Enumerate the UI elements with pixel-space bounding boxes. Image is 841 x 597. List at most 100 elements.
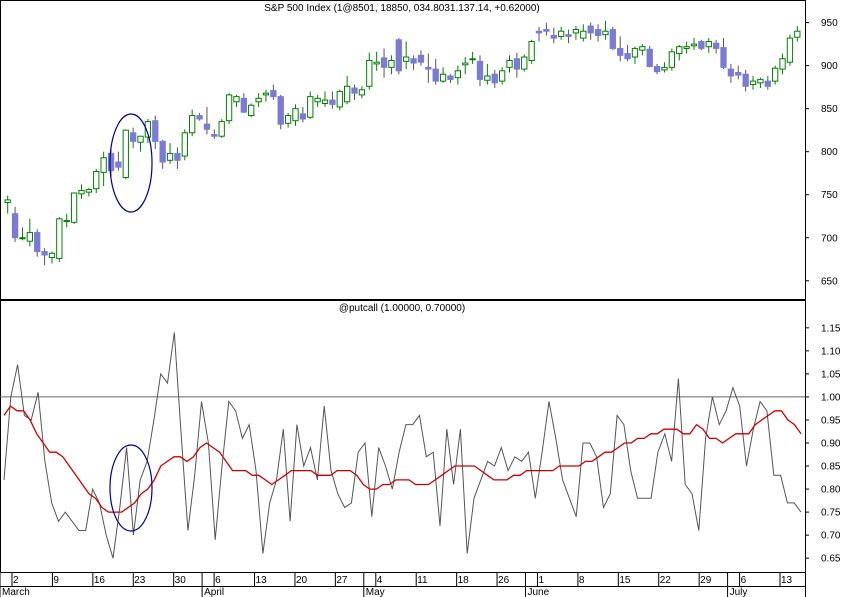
price-y-tick-label: 950: [821, 18, 838, 29]
putcall-y-axis: 0.65 0.70 0.75 0.80 0.85 0.90 0.95 1.00 1.05 1.10…: [805, 323, 841, 565]
putcall-y-tick-label: 0.90: [821, 439, 841, 450]
putcall-ratio-line: [3, 332, 802, 559]
candle-body: [646, 48, 653, 67]
candle-body: [639, 46, 646, 51]
candle-body: [617, 47, 624, 56]
candle-body: [491, 73, 498, 84]
x-day-label: 9: [53, 575, 59, 586]
candle-body: [668, 51, 676, 68]
candle-body: [255, 97, 262, 103]
candle-body: [85, 189, 93, 193]
x-month-label: March: [2, 587, 30, 597]
price-panel-title: S&P 500 Index (1@8501, 18850, 034.8031.1…: [264, 3, 539, 14]
candle-body: [218, 121, 225, 137]
candle-body: [93, 170, 100, 190]
candle-body: [528, 41, 535, 61]
putcall-y-tick-label: 1.00: [821, 392, 841, 403]
candle-body: [705, 41, 712, 48]
candle-body: [587, 25, 594, 34]
candle-body: [41, 251, 48, 256]
candle-body: [329, 99, 336, 105]
candle-body: [181, 132, 188, 157]
candle-body: [698, 41, 705, 49]
x-month-label: May: [366, 587, 385, 597]
candle-body: [70, 192, 78, 223]
putcall-y-tick-label: 1.05: [821, 369, 841, 380]
annotation-circle-putcall: [109, 444, 153, 532]
candle-body: [498, 70, 506, 82]
candle-body: [115, 161, 122, 168]
candle-body: [690, 43, 698, 47]
candle-body: [34, 232, 41, 253]
candle-body: [794, 30, 801, 38]
candle-body: [358, 89, 366, 96]
candle-body: [211, 133, 218, 137]
candle-body: [189, 115, 196, 134]
putcall-y-tick-label: 0.65: [821, 554, 841, 565]
price-y-tick-label: 900: [821, 61, 838, 72]
x-month-label: July: [730, 587, 748, 597]
candle-body: [26, 232, 33, 242]
candle-body: [543, 28, 550, 32]
putcall-y-tick-label: 1.15: [821, 323, 841, 334]
candle-body: [122, 129, 129, 179]
x-day-label: 2: [13, 575, 19, 586]
candle-body: [203, 123, 211, 130]
candle-body: [550, 35, 557, 39]
x-day-label: 26: [498, 575, 510, 586]
x-day-label: 15: [619, 575, 631, 586]
candle-body: [757, 78, 764, 84]
putcall-y-tick-label: 0.85: [821, 462, 841, 473]
candle-body: [380, 57, 388, 68]
candle-body: [240, 97, 247, 113]
candle-body: [233, 96, 240, 103]
candle-body: [558, 30, 565, 37]
candle-body: [764, 80, 771, 87]
candle-body: [321, 99, 329, 105]
candle-body: [683, 46, 690, 49]
x-day-label: 27: [336, 575, 348, 586]
candle-body: [417, 54, 425, 63]
candle-body: [631, 47, 639, 58]
candle-body: [11, 213, 19, 239]
chart-canvas: S&P 500 Index (1@8501, 18850, 034.8031.1…: [0, 0, 841, 597]
candle-body: [4, 199, 11, 203]
putcall-y-tick-label: 0.80: [821, 485, 841, 496]
candle-body: [159, 140, 166, 163]
candle-body: [580, 30, 587, 39]
candlestick-series: [4, 20, 801, 266]
candle-body: [56, 218, 63, 259]
price-y-tick-label: 850: [821, 104, 838, 115]
candle-body: [366, 59, 373, 87]
candle-body: [307, 96, 314, 118]
price-y-tick-label: 650: [821, 276, 838, 287]
putcall-series: [3, 332, 802, 559]
candle-body: [48, 252, 56, 259]
candle-body: [462, 62, 469, 66]
x-day-label: 16: [94, 575, 106, 586]
candle-body: [439, 73, 447, 82]
candle-body: [484, 75, 491, 81]
candle-body: [262, 92, 270, 96]
candle-body: [594, 28, 602, 37]
candle-body: [742, 73, 749, 87]
candle-body: [410, 58, 417, 64]
putcall-y-tick-label: 0.70: [821, 531, 841, 542]
candle-body: [727, 68, 735, 77]
candle-body: [572, 28, 580, 34]
x-day-label: 23: [134, 575, 146, 586]
x-day-label: 22: [660, 575, 672, 586]
candle-body: [152, 120, 159, 142]
candle-body: [395, 39, 402, 72]
price-y-axis: 650 700 750 800 850 900 950: [805, 18, 838, 287]
candle-body: [225, 94, 233, 122]
candle-body: [270, 90, 277, 98]
price-y-tick-label: 750: [821, 190, 838, 201]
candle-body: [735, 72, 742, 76]
candle-body: [447, 75, 454, 80]
candle-body: [676, 46, 683, 55]
x-day-label: 29: [700, 575, 712, 586]
candle-body: [373, 61, 380, 65]
candle-body: [565, 34, 572, 37]
putcall-y-tick-label: 0.75: [821, 508, 841, 519]
